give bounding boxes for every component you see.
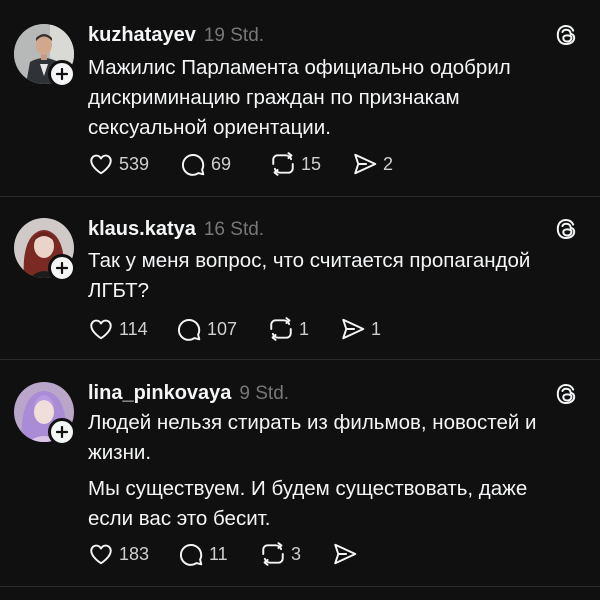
share-button[interactable] bbox=[332, 541, 358, 567]
post-header: kuzhatayev 19 Std. bbox=[88, 24, 264, 47]
repost-button[interactable]: 1 bbox=[268, 316, 340, 342]
post-time[interactable]: 9 Std. bbox=[239, 383, 289, 405]
plus-icon bbox=[56, 262, 68, 274]
post-paragraph: Мы существуем. И будем существовать, даж… bbox=[88, 477, 528, 530]
send-icon bbox=[342, 318, 365, 340]
comment-button[interactable]: 11 bbox=[178, 541, 260, 567]
share-button[interactable]: 1 bbox=[340, 316, 381, 342]
post-header: klaus.katya 16 Std. bbox=[88, 218, 264, 241]
share-button[interactable]: 2 bbox=[352, 151, 393, 177]
post-time[interactable]: 19 Std. bbox=[204, 25, 264, 47]
repost-icon bbox=[262, 542, 284, 566]
plus-icon bbox=[56, 426, 68, 438]
like-count: 183 bbox=[119, 543, 150, 564]
threads-logo-icon[interactable] bbox=[554, 217, 578, 241]
post-divider bbox=[0, 586, 600, 587]
like-button[interactable]: 183 bbox=[88, 541, 178, 567]
repost-count: 3 bbox=[291, 543, 302, 564]
plus-icon bbox=[56, 68, 68, 80]
comment-button[interactable]: 107 bbox=[176, 316, 268, 342]
post-body: Мажилис Парламента официально одобрил ди… bbox=[88, 53, 568, 143]
post-paragraph: Людей нельзя стирать из фильмов, новосте… bbox=[88, 411, 537, 464]
post-actions: 183 11 3 bbox=[88, 541, 358, 567]
repost-count: 1 bbox=[299, 318, 310, 339]
repost-icon bbox=[272, 152, 294, 176]
follow-plus-button[interactable] bbox=[48, 418, 76, 446]
repost-button[interactable]: 3 bbox=[260, 541, 332, 567]
avatar-container[interactable] bbox=[14, 24, 76, 88]
send-icon bbox=[334, 543, 357, 565]
share-count: 2 bbox=[383, 153, 394, 174]
comment-count: 69 bbox=[211, 153, 232, 174]
share-count: 1 bbox=[371, 318, 382, 339]
post-paragraph: Мажилис Парламента официально одобрил ди… bbox=[88, 56, 511, 139]
comment-button[interactable]: 69 bbox=[180, 151, 270, 177]
post-kuzhatayev[interactable]: kuzhatayev 19 Std. Мажилис Парламента оф… bbox=[0, 0, 600, 196]
heart-icon bbox=[90, 319, 112, 340]
post-header: lina_pinkovaya 9 Std. bbox=[88, 382, 289, 405]
username[interactable]: klaus.katya bbox=[88, 218, 196, 241]
post-lina-pinkovaya[interactable]: lina_pinkovaya 9 Std. Людей нельзя стира… bbox=[0, 360, 600, 586]
like-button[interactable]: 539 bbox=[88, 151, 180, 177]
threads-logo-icon[interactable] bbox=[554, 23, 578, 47]
comment-count: 107 bbox=[207, 318, 238, 339]
avatar-container[interactable] bbox=[14, 218, 76, 282]
like-count: 114 bbox=[119, 318, 148, 339]
like-count: 539 bbox=[119, 153, 150, 174]
username[interactable]: lina_pinkovaya bbox=[88, 382, 231, 405]
heart-icon bbox=[90, 154, 112, 175]
threads-feed: kuzhatayev 19 Std. Мажилис Парламента оф… bbox=[0, 0, 600, 600]
comment-bubble-icon bbox=[181, 154, 205, 176]
post-actions: 539 69 15 2 bbox=[88, 151, 393, 177]
post-body: Так у меня вопрос, что считается пропага… bbox=[88, 246, 568, 306]
follow-plus-button[interactable] bbox=[48, 60, 76, 88]
post-time[interactable]: 16 Std. bbox=[204, 219, 264, 241]
comment-bubble-icon bbox=[177, 319, 201, 341]
repost-count: 15 bbox=[301, 153, 322, 174]
send-icon bbox=[354, 153, 377, 175]
post-klaus-katya[interactable]: klaus.katya 16 Std. Так у меня вопрос, ч… bbox=[0, 197, 600, 359]
comment-count: 11 bbox=[209, 543, 228, 564]
repost-button[interactable]: 15 bbox=[270, 151, 352, 177]
heart-icon bbox=[90, 544, 112, 565]
follow-plus-button[interactable] bbox=[48, 254, 76, 282]
comment-bubble-icon bbox=[179, 544, 203, 566]
avatar-container[interactable] bbox=[14, 382, 76, 446]
threads-logo-icon[interactable] bbox=[554, 382, 578, 406]
post-body: Людей нельзя стирать из фильмов, новосте… bbox=[88, 408, 558, 534]
like-button[interactable]: 114 bbox=[88, 316, 176, 342]
repost-icon bbox=[270, 317, 292, 341]
username[interactable]: kuzhatayev bbox=[88, 24, 196, 47]
post-paragraph: Так у меня вопрос, что считается пропага… bbox=[88, 249, 531, 302]
post-actions: 114 107 1 1 bbox=[88, 316, 381, 342]
